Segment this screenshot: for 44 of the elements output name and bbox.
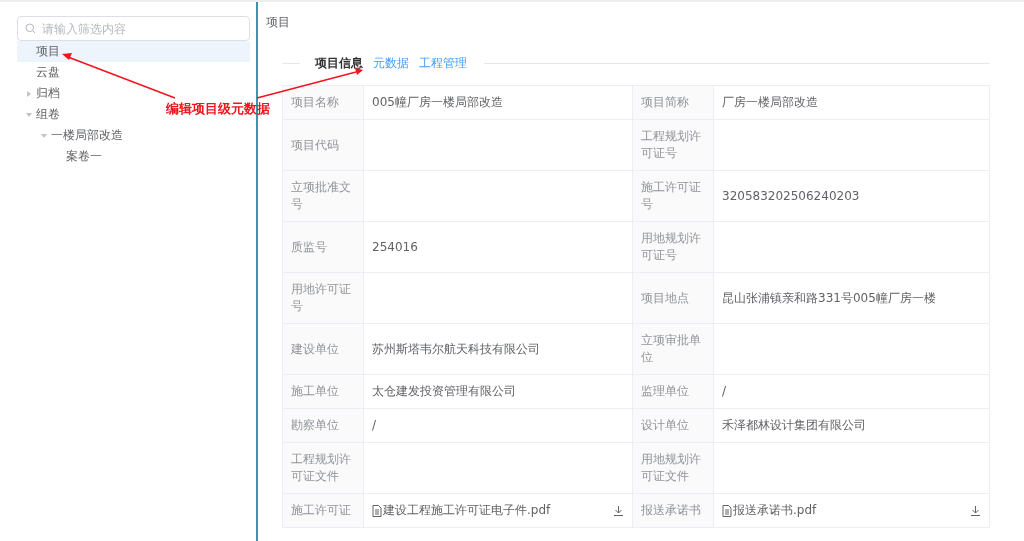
search-icon bbox=[25, 23, 36, 34]
tree-item[interactable]: 云盘 bbox=[17, 62, 64, 83]
field-label: 监理单位 bbox=[633, 375, 714, 409]
caret-icon[interactable] bbox=[41, 132, 47, 139]
field-label: 项目地点 bbox=[633, 273, 714, 324]
field-label: 立项审批单位 bbox=[633, 324, 714, 375]
field-label: 设计单位 bbox=[633, 409, 714, 443]
field-label: 用地规划许可证号 bbox=[633, 222, 714, 273]
field-value: 厂房一楼局部改造 bbox=[714, 86, 990, 120]
field-label: 工程规划许可证文件 bbox=[283, 443, 364, 494]
field-label: 施工许可证 bbox=[283, 494, 364, 528]
tree-item[interactable]: 组卷 bbox=[17, 104, 64, 125]
field-label: 勘察单位 bbox=[283, 409, 364, 443]
field-label: 用地许可证号 bbox=[283, 273, 364, 324]
tree-item[interactable]: 案卷一 bbox=[17, 146, 106, 167]
field-label: 建设单位 bbox=[283, 324, 364, 375]
file-link[interactable]: 建设工程施工许可证电子件.pdf bbox=[372, 502, 551, 519]
field-label: 报送承诺书 bbox=[633, 494, 714, 528]
field-label: 项目代码 bbox=[283, 120, 364, 171]
field-label: 施工单位 bbox=[283, 375, 364, 409]
tree-item[interactable]: 归档 bbox=[17, 83, 64, 104]
caret-icon[interactable] bbox=[26, 90, 32, 97]
field-label: 质监号 bbox=[283, 222, 364, 273]
document-icon bbox=[372, 504, 382, 517]
field-value: / bbox=[714, 375, 990, 409]
field-label: 立项批准文号 bbox=[283, 171, 364, 222]
field-value: 禾泽都林设计集团有限公司 bbox=[714, 409, 990, 443]
download-icon[interactable] bbox=[970, 505, 981, 516]
caret-icon[interactable] bbox=[26, 111, 32, 118]
download-icon[interactable] bbox=[613, 505, 624, 516]
file-link[interactable]: 报送承诺书.pdf bbox=[722, 502, 817, 519]
field-label: 项目名称 bbox=[283, 86, 364, 120]
field-label: 用地规划许可证文件 bbox=[633, 443, 714, 494]
tree-item[interactable]: 项目 bbox=[17, 41, 250, 62]
document-icon bbox=[722, 504, 732, 517]
field-label: 施工许可证号 bbox=[633, 171, 714, 222]
search-field[interactable]: 请输入筛选内容 bbox=[17, 16, 250, 41]
field-value: 320583202506240203 bbox=[714, 171, 990, 222]
field-value: 昆山张浦镇亲和路331号005幢厂房一楼 bbox=[714, 273, 990, 324]
tree-item[interactable]: 一楼局部改造 bbox=[17, 125, 127, 146]
tab[interactable]: 项目信息 bbox=[310, 55, 368, 72]
field-label: 项目简称 bbox=[633, 86, 714, 120]
breadcrumb: 项目 bbox=[266, 14, 291, 31]
field-label: 工程规划许可证号 bbox=[633, 120, 714, 171]
